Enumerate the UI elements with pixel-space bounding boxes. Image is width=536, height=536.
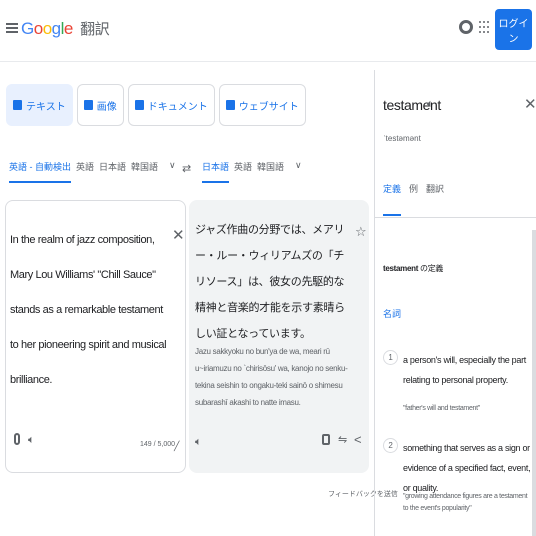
definition-number: 2 (383, 438, 398, 453)
tab-translations[interactable]: 翻訳 (426, 182, 444, 216)
website-icon (225, 100, 235, 110)
apps-icon[interactable] (479, 21, 489, 35)
source-lang-detect[interactable]: 英語 - 自動検出 (9, 160, 71, 183)
share-icon[interactable]: < (354, 432, 362, 447)
translate-icon (13, 100, 22, 110)
part-of-speech: 名詞 (383, 309, 402, 319)
dictionary-tabs: 定義 例 翻訳 (383, 182, 444, 216)
transliteration-text: Jazu sakkyoku no bun'ya de wa, meari rū … (195, 347, 348, 407)
definition-heading-word: testament (383, 264, 419, 273)
product-name: 翻訳 (80, 21, 110, 38)
logo-letter: e (63, 19, 73, 38)
star-icon[interactable]: ☆ (355, 224, 367, 240)
swap-languages-icon[interactable]: ⇄ (182, 162, 191, 175)
dictionary-panel: testament 🔈︎ ✕ ˈtestəmənt 定義 例 翻訳 testam… (374, 70, 536, 536)
login-button[interactable]: ログイン (495, 9, 532, 50)
char-counter: 149 / 5,000 (140, 441, 176, 448)
rate-translation-icon[interactable]: ⇋ (338, 433, 347, 446)
source-lang-option[interactable]: 英語 (76, 160, 94, 183)
source-panel: In the realm of jazz composition, Mary L… (5, 200, 186, 473)
phonetic: ˈtestəmənt (383, 134, 421, 143)
mode-tab-text[interactable]: テキスト (6, 84, 73, 126)
close-icon[interactable]: ✕ (172, 226, 185, 244)
source-lang-option[interactable]: 韓国語 (131, 160, 158, 183)
target-lang-option[interactable]: 韓国語 (257, 160, 284, 183)
logo-letter: o (33, 19, 43, 38)
speaker-icon[interactable]: 🔈︎ (427, 98, 434, 111)
mode-tab-website[interactable]: ウェブサイト (218, 84, 306, 126)
close-icon[interactable]: ✕ (524, 95, 536, 113)
definition-example: "growing attendance figures are a testam… (403, 493, 528, 512)
definition-number: 1 (383, 350, 398, 365)
logo-letter: g (51, 19, 61, 38)
scrollbar[interactable] (532, 230, 536, 536)
settings-icon[interactable] (459, 20, 473, 34)
divider (375, 217, 536, 218)
top-bar: Google 翻訳 ログイン (0, 0, 536, 62)
target-lang-option[interactable]: 英語 (234, 160, 252, 183)
google-logo[interactable]: Google 翻訳 (21, 18, 110, 39)
target-panel: ジャズ作曲の分野では、メアリー・ルー・ウィリアムズの「チリソース」は、彼女の先駆… (189, 200, 369, 473)
logo-letter: o (42, 19, 52, 38)
image-icon (83, 100, 93, 110)
chevron-down-icon[interactable]: ∨ (169, 160, 176, 183)
document-icon (134, 100, 144, 110)
translation-text: ジャズ作曲の分野では、メアリー・ルー・ウィリアムズの「チリソース」は、彼女の先駆… (195, 224, 345, 340)
definition-example: "father's will and testament" (403, 405, 480, 412)
definition-text: a person's will, especially the part rel… (403, 355, 526, 385)
menu-icon[interactable] (6, 23, 18, 35)
tab-examples[interactable]: 例 (409, 182, 418, 216)
source-language-bar: 英語 - 自動検出 英語 日本語 韓国語 ∨ (9, 160, 176, 183)
definition-heading: testament の定義 (383, 263, 443, 274)
handwriting-icon[interactable]: ╱ (174, 441, 179, 452)
logo-letter: G (21, 19, 34, 38)
speaker-icon[interactable]: 🔈︎ (195, 436, 202, 449)
chevron-down-icon[interactable]: ∨ (295, 160, 302, 183)
source-textarea[interactable]: In the realm of jazz composition, Mary L… (10, 223, 168, 398)
definition-text: something that serves as a sign or evide… (403, 443, 531, 493)
mode-label: 画像 (96, 101, 117, 113)
copy-icon[interactable] (322, 434, 330, 445)
mode-label: テキスト (26, 101, 66, 113)
mode-tabs: テキスト 画像 ドキュメント ウェブサイト (6, 84, 306, 126)
source-lang-option[interactable]: 日本語 (99, 160, 126, 183)
microphone-icon[interactable] (14, 433, 20, 445)
mode-tab-image[interactable]: 画像 (76, 84, 124, 126)
definition-heading-suffix: の定義 (418, 264, 444, 273)
mode-tab-document[interactable]: ドキュメント (127, 84, 215, 126)
mode-label: ドキュメント (147, 101, 208, 113)
target-lang-selected[interactable]: 日本語 (202, 160, 230, 183)
speaker-icon[interactable]: 🔈︎ (28, 434, 35, 447)
mode-label: ウェブサイト (238, 101, 299, 113)
target-language-bar: 日本語 英語 韓国語 ∨ (202, 160, 302, 183)
tab-definitions[interactable]: 定義 (383, 182, 402, 216)
